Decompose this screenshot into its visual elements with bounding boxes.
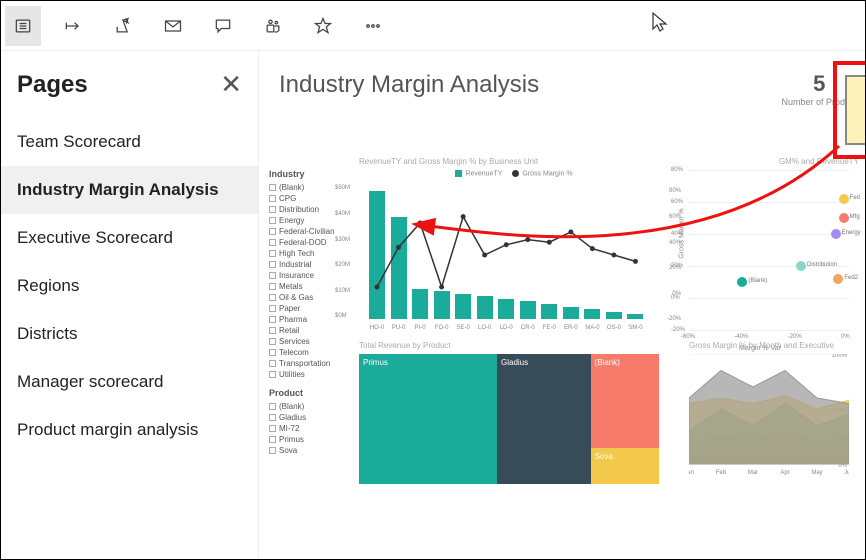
filter-item[interactable]: Services [269, 336, 349, 347]
filter-item[interactable]: Federal-Civilian [269, 226, 349, 237]
menu-button[interactable] [5, 6, 41, 46]
comment-button[interactable] [205, 6, 241, 46]
filter-item[interactable]: Gladius [269, 412, 349, 423]
svg-text:Mar: Mar [748, 470, 758, 476]
filter-item[interactable]: High Tech [269, 248, 349, 259]
chart-legend: RevenueTY Gross Margin % [359, 170, 669, 177]
chart-title: Total Revenue by Product [359, 341, 669, 350]
sidebar-item[interactable]: Manager scorecard [1, 358, 258, 406]
close-icon[interactable]: ✕ [220, 69, 242, 100]
pages-sidebar: Pages ✕ Team ScorecardIndustry Margin An… [1, 51, 259, 559]
treemap-chart[interactable]: Total Revenue by Product PrimusGladius(B… [359, 341, 669, 484]
favorite-button[interactable] [305, 6, 341, 46]
annotation-highlight: Team scorecard [833, 61, 865, 159]
scatter-point[interactable] [737, 277, 747, 287]
filter-item[interactable]: (Blank) [269, 401, 349, 412]
treemap-cell[interactable]: (Blank) [591, 354, 659, 448]
svg-text:Jun: Jun [844, 470, 849, 476]
mail-button[interactable] [155, 6, 191, 46]
filter-item[interactable]: Utilities [269, 369, 349, 380]
filter-item[interactable]: Sova [269, 445, 349, 456]
sidebar-item[interactable]: Districts [1, 310, 258, 358]
filter-item[interactable]: CPG [269, 193, 349, 204]
filter-item[interactable]: Transportation [269, 358, 349, 369]
scatter-point[interactable] [831, 229, 841, 239]
team-scorecard-button[interactable]: Team scorecard [845, 75, 865, 145]
app-toolbar [1, 1, 865, 51]
share-button[interactable] [105, 6, 141, 46]
sidebar-item[interactable]: Executive Scorecard [1, 214, 258, 262]
sidebar-item[interactable]: Team Scorecard [1, 118, 258, 166]
cursor-icon [651, 11, 669, 38]
svg-text:May: May [811, 470, 822, 476]
scatter-chart[interactable]: GM% and RevenueTY 80%60%40%20%0%-20%-60%… [689, 157, 859, 330]
filter-panel: Industry (Blank)CPGDistributionEnergyFed… [269, 161, 349, 456]
page-title: Industry Margin Analysis [279, 71, 855, 99]
scatter-point[interactable] [796, 261, 806, 271]
chart-title: RevenueTY and Gross Margin % by Business… [359, 157, 669, 166]
filter-item[interactable]: Retail [269, 325, 349, 336]
svg-text:Apr: Apr [780, 470, 789, 476]
filter-item[interactable]: Insurance [269, 270, 349, 281]
sidebar-item[interactable]: Regions [1, 262, 258, 310]
svg-text:Jan: Jan [689, 470, 694, 476]
export-button[interactable] [55, 6, 91, 46]
area-chart[interactable]: Gross Margin % by Month and Executive 10… [689, 341, 859, 484]
sidebar-item[interactable]: Product margin analysis [1, 406, 258, 454]
sidebar-item[interactable]: Industry Margin Analysis [1, 166, 258, 214]
scatter-point[interactable] [839, 194, 849, 204]
filter-item[interactable]: MI-72 [269, 423, 349, 434]
chart-title: Gross Margin % by Month and Executive [689, 341, 859, 350]
treemap-cell[interactable]: Gladius [497, 354, 591, 484]
filter-item[interactable]: Telecom [269, 347, 349, 358]
scatter-point[interactable] [839, 213, 849, 223]
filter-item[interactable]: Primus [269, 434, 349, 445]
filter-heading-industry: Industry [269, 169, 349, 179]
svg-text:Feb: Feb [716, 470, 727, 476]
report-canvas: Industry Margin Analysis Team scorecard … [259, 51, 865, 559]
sidebar-title: Pages [17, 71, 88, 99]
treemap-cell[interactable]: Primus [359, 354, 497, 484]
combo-chart[interactable]: RevenueTY and Gross Margin % by Business… [359, 157, 669, 331]
filter-heading-product: Product [269, 388, 349, 398]
more-button[interactable] [355, 6, 391, 46]
filter-item[interactable]: Paper [269, 303, 349, 314]
teams-button[interactable] [255, 6, 291, 46]
svg-text:100%: 100% [832, 354, 848, 359]
scatter-point[interactable] [833, 274, 843, 284]
treemap-cell[interactable]: Sova [591, 448, 659, 485]
